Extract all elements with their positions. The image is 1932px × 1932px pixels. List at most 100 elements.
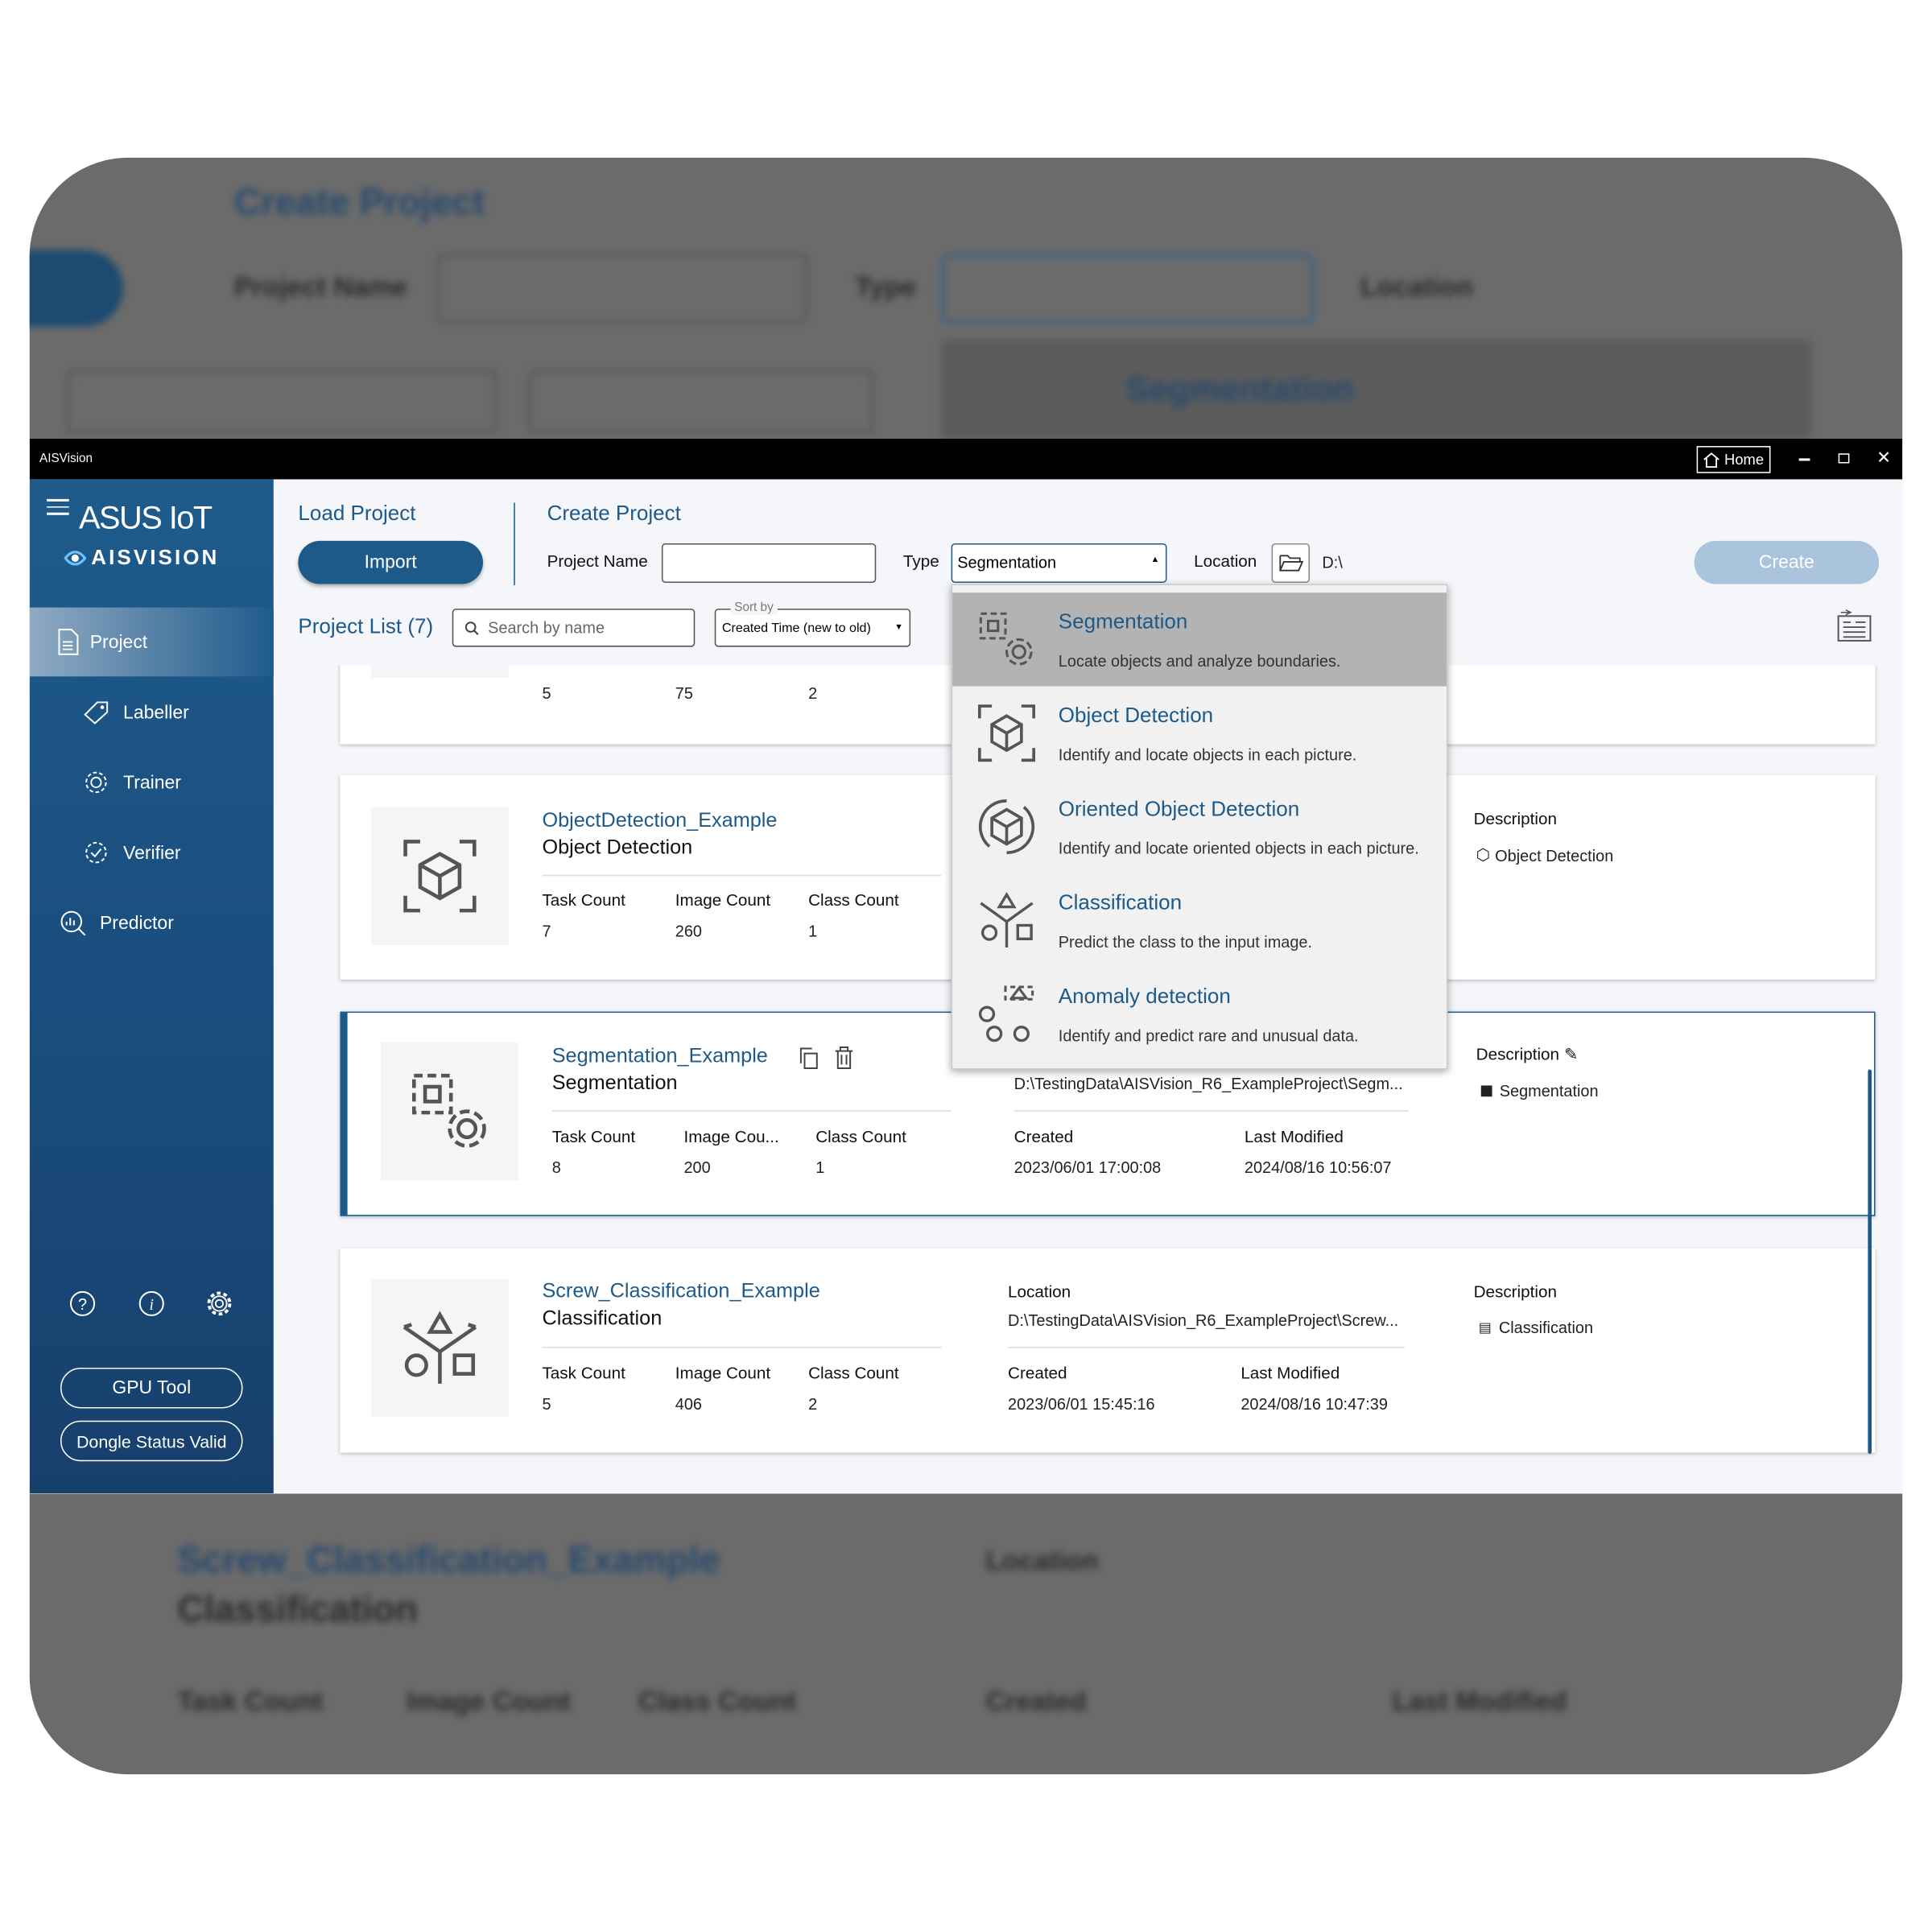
location-label: Location — [1008, 1282, 1071, 1302]
project-thumbnail — [370, 1278, 510, 1418]
created-label: Created — [1008, 1364, 1067, 1383]
sidebar-item-labeller[interactable]: Labeller — [30, 678, 274, 747]
info-icon[interactable]: i — [138, 1290, 165, 1318]
type-option-anomaly-detection[interactable]: Anomaly detection Identify and predict r… — [952, 968, 1447, 1061]
image-count-value: 260 — [675, 921, 702, 940]
main-panel: Load Project Import Create Project Proje… — [274, 479, 1902, 1493]
backdrop-text: Create Project — [233, 182, 485, 224]
backdrop-text: Location — [985, 1545, 1099, 1576]
backdrop-text: Type — [855, 270, 917, 302]
object-detection-icon — [403, 840, 477, 913]
copy-icon[interactable] — [799, 1047, 818, 1070]
task-count-label: Task Count — [542, 1364, 625, 1383]
project-name-input[interactable] — [661, 543, 877, 583]
hamburger-menu-icon[interactable] — [47, 498, 69, 515]
option-description: Identify and locate oriented objects in … — [1058, 839, 1419, 858]
description-value: ▤ Classification — [1478, 1318, 1594, 1337]
home-button[interactable]: Home — [1696, 446, 1771, 473]
folder-open-icon — [1278, 555, 1303, 572]
type-option-classification[interactable]: Classification Predict the class to the … — [952, 873, 1447, 967]
sidebar-item-project[interactable]: Project — [29, 607, 274, 677]
backdrop-text: Last Modified — [1392, 1685, 1567, 1717]
browse-folder-button[interactable] — [1271, 543, 1311, 583]
pencil-icon[interactable]: ✎ — [1564, 1045, 1578, 1064]
project-name-link[interactable]: Screw_Classification_Example — [542, 1280, 819, 1303]
gpu-tool-button[interactable]: GPU Tool — [60, 1367, 243, 1409]
gear-check-icon — [85, 841, 107, 864]
home-label: Home — [1724, 451, 1765, 469]
restore-button[interactable] — [1838, 453, 1850, 464]
image-count-value: 200 — [683, 1158, 711, 1177]
created-label: Created — [1013, 1127, 1074, 1146]
sidebar: ASUS IoT AISVISION Project Labeller Trai… — [29, 479, 274, 1494]
search-placeholder: Search by name — [488, 618, 605, 638]
create-button[interactable]: Create — [1694, 540, 1880, 584]
location-value: D:\ — [1322, 553, 1343, 572]
task-count-label: Task Count — [551, 1127, 636, 1146]
svg-text:i: i — [149, 1296, 154, 1314]
classification-small-icon: ▤ — [1478, 1320, 1492, 1336]
created-value: 2023/06/01 17:00:08 — [1013, 1158, 1162, 1177]
option-title: Object Detection — [1058, 703, 1214, 728]
layout-toggle-icon[interactable] — [1836, 609, 1876, 646]
trash-icon[interactable] — [834, 1046, 853, 1070]
dongle-status-button[interactable]: Dongle Status Valid — [60, 1420, 243, 1462]
search-input[interactable]: Search by name — [452, 609, 696, 647]
project-type: Classification — [542, 1307, 663, 1330]
backdrop-text: Image Count — [407, 1685, 572, 1717]
option-description: Predict the class to the input image. — [1058, 932, 1313, 952]
backdrop-text: Project Name — [233, 270, 408, 302]
project-name-link[interactable]: Segmentation_Example — [552, 1045, 768, 1068]
type-select-value: Segmentation — [957, 553, 1057, 572]
option-title: Classification — [1058, 890, 1183, 914]
project-thumbnail — [370, 665, 510, 678]
location-path: D:\TestingData\AISVision_R6_ExampleProje… — [1008, 1311, 1399, 1330]
load-project-title: Load Project — [298, 501, 416, 526]
close-button[interactable]: ✕ — [1876, 448, 1891, 469]
task-count-value: 5 — [542, 1394, 551, 1414]
segmentation-icon — [979, 612, 1033, 666]
eye-logo-icon — [64, 551, 87, 566]
sidebar-item-label: Predictor — [99, 912, 174, 934]
type-option-oriented-object-detection[interactable]: Oriented Object Detection Identify and l… — [952, 780, 1447, 873]
anomaly-icon — [978, 985, 1034, 1042]
divider — [514, 502, 515, 586]
cube-icon: ⬡ — [1476, 844, 1491, 864]
sort-select[interactable]: Sort by Created Time (new to old) ▼ — [714, 601, 911, 647]
import-button[interactable]: Import — [298, 540, 483, 584]
class-count-label: Class Count — [808, 1364, 899, 1383]
classification-icon — [980, 891, 1034, 948]
chart-magnifier-icon — [60, 910, 86, 936]
create-project-title: Create Project — [547, 501, 681, 526]
type-label: Type — [902, 551, 939, 571]
divider — [1013, 1110, 1409, 1112]
sidebar-item-verifier[interactable]: Verifier — [30, 818, 274, 887]
project-list-title: Project List (7) — [298, 614, 434, 638]
minimize-button[interactable] — [1798, 458, 1810, 460]
sidebar-item-predictor[interactable]: Predictor — [30, 889, 274, 958]
divider — [551, 1110, 952, 1112]
project-name-label: Project Name — [547, 551, 648, 571]
description-label: Description — [1473, 809, 1557, 828]
option-title: Oriented Object Detection — [1058, 797, 1300, 821]
image-count-value: 75 — [675, 683, 693, 703]
project-type: Segmentation — [551, 1071, 678, 1095]
help-icon[interactable]: ? — [69, 1290, 97, 1318]
scrollbar[interactable] — [1868, 1069, 1872, 1455]
type-select[interactable]: Segmentation ▲ — [951, 543, 1167, 583]
backdrop-text: Classification — [177, 1589, 418, 1630]
type-option-segmentation[interactable]: Segmentation Locate objects and analyze … — [952, 592, 1447, 687]
class-count-label: Class Count — [808, 890, 899, 910]
gear-chip-icon — [85, 771, 107, 794]
sidebar-item-trainer[interactable]: Trainer — [30, 748, 274, 817]
type-option-object-detection[interactable]: Object Detection Identify and locate obj… — [952, 687, 1447, 780]
settings-icon[interactable] — [206, 1290, 233, 1318]
task-count-value: 5 — [542, 683, 551, 703]
tag-icon — [84, 701, 109, 724]
project-card[interactable]: Screw_Classification_Example Classificat… — [340, 1248, 1876, 1453]
title-bar: AISVision Home ✕ — [29, 438, 1903, 480]
aisvision-logo: AISVISION — [64, 546, 220, 571]
class-count-value: 1 — [815, 1158, 825, 1177]
brand-logo: ASUS IoT — [78, 498, 213, 536]
project-name-link[interactable]: ObjectDetection_Example — [542, 810, 777, 833]
